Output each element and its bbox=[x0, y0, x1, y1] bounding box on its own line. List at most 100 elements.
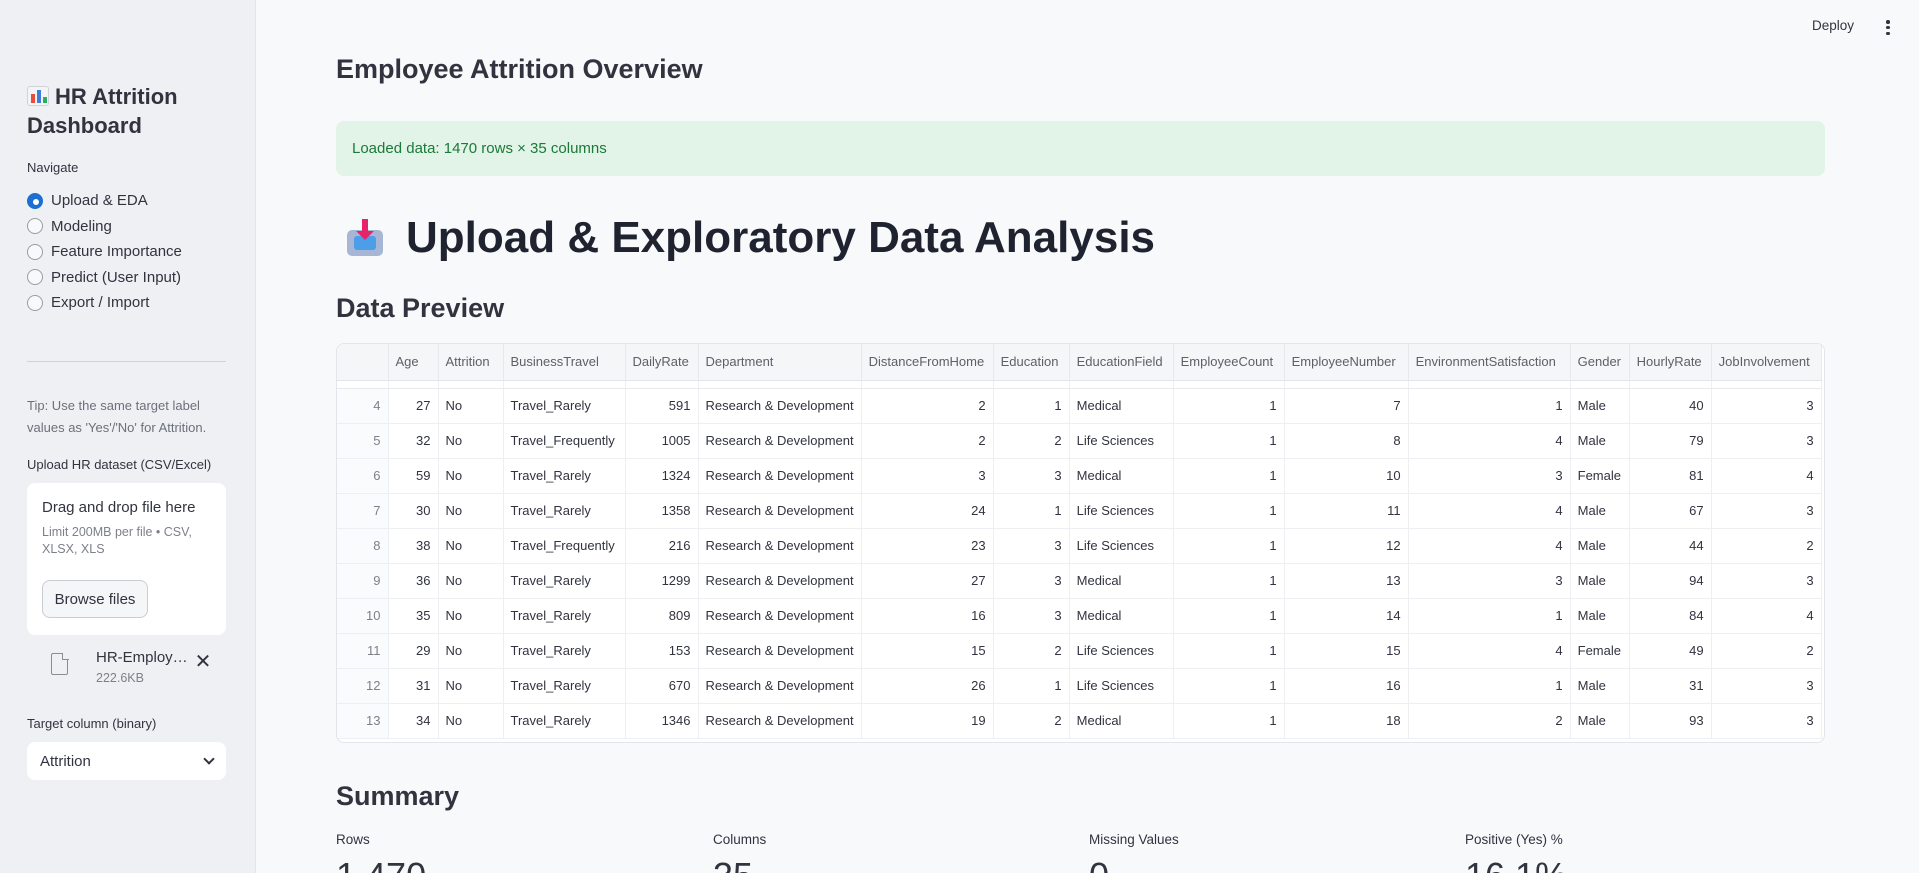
table-cell[interactable]: Travel_Frequently bbox=[503, 423, 626, 459]
table-cell[interactable]: 3 bbox=[1711, 668, 1822, 704]
nav-option-export-import[interactable]: Export / Import bbox=[27, 290, 182, 316]
table-cell[interactable]: 3 bbox=[1711, 388, 1822, 424]
table-cell[interactable]: 15 bbox=[1284, 633, 1409, 669]
table-cell[interactable]: 8 bbox=[1284, 423, 1409, 459]
column-header[interactable]: HourlyRate bbox=[1629, 344, 1712, 381]
radio-icon[interactable] bbox=[27, 294, 43, 311]
table-cell[interactable]: Travel_Rarely bbox=[503, 703, 626, 739]
column-header[interactable]: DistanceFromHome bbox=[861, 344, 994, 381]
nav-option-feature-importance[interactable]: Feature Importance bbox=[27, 239, 182, 265]
table-cell[interactable]: 670 bbox=[625, 668, 699, 704]
table-cell[interactable]: 3 bbox=[1711, 563, 1822, 599]
table-cell[interactable]: Travel_Rarely bbox=[503, 633, 626, 669]
table-cell[interactable]: 35 bbox=[388, 598, 439, 634]
table-cell[interactable]: 1 bbox=[993, 493, 1070, 529]
file-dropzone[interactable]: Drag and drop file here Limit 200MB per … bbox=[27, 483, 226, 635]
table-cell[interactable]: 59 bbox=[388, 458, 439, 494]
table-cell[interactable]: 1346 bbox=[625, 703, 699, 739]
table-cell[interactable]: Travel_Rarely bbox=[503, 563, 626, 599]
table-cell[interactable]: Travel_Rarely bbox=[503, 598, 626, 634]
table-cell[interactable]: Medical bbox=[1069, 703, 1174, 739]
table-cell[interactable]: Research & Development bbox=[698, 458, 862, 494]
table-cell[interactable]: Travel_Rarely bbox=[503, 493, 626, 529]
table-cell[interactable]: Medical bbox=[1069, 388, 1174, 424]
table-cell[interactable]: Travel_Frequently bbox=[503, 528, 626, 564]
table-cell[interactable]: 2 bbox=[1711, 528, 1822, 564]
table-cell[interactable]: Research & Development bbox=[698, 668, 862, 704]
table-cell[interactable]: 1 bbox=[1408, 388, 1571, 424]
table-cell[interactable]: 2 bbox=[993, 633, 1070, 669]
table-cell[interactable]: 3 bbox=[993, 563, 1070, 599]
table-cell[interactable]: Male bbox=[1570, 493, 1630, 529]
table-cell[interactable]: Life Sciences bbox=[1069, 493, 1174, 529]
table-cell[interactable]: 3 bbox=[1408, 563, 1571, 599]
table-cell[interactable]: 2 bbox=[993, 703, 1070, 739]
target-column-select[interactable]: Attrition bbox=[27, 742, 226, 780]
table-cell[interactable]: 18 bbox=[1284, 703, 1409, 739]
more-menu-icon[interactable] bbox=[1884, 20, 1892, 36]
table-cell[interactable]: 1 bbox=[1173, 458, 1285, 494]
table-cell[interactable]: 3 bbox=[1711, 493, 1822, 529]
column-header[interactable]: DailyRate bbox=[625, 344, 699, 381]
column-header[interactable]: Attrition bbox=[438, 344, 504, 381]
table-cell[interactable]: Travel_Rarely bbox=[503, 458, 626, 494]
table-cell[interactable]: 1 bbox=[1173, 633, 1285, 669]
nav-option-upload-eda[interactable]: Upload & EDA bbox=[27, 188, 182, 214]
table-cell[interactable]: 1358 bbox=[625, 493, 699, 529]
table-cell[interactable]: 1005 bbox=[625, 423, 699, 459]
column-header[interactable]: Age bbox=[388, 344, 439, 381]
table-cell[interactable]: No bbox=[438, 528, 504, 564]
table-cell[interactable]: 67 bbox=[1629, 493, 1712, 529]
table-cell[interactable]: No bbox=[438, 388, 504, 424]
column-header[interactable]: JobInvolvement bbox=[1711, 344, 1822, 381]
table-cell[interactable]: 26 bbox=[861, 668, 994, 704]
table-cell[interactable]: No bbox=[438, 668, 504, 704]
table-cell[interactable]: Research & Development bbox=[698, 493, 862, 529]
table-cell[interactable]: Life Sciences bbox=[1069, 528, 1174, 564]
table-cell[interactable]: No bbox=[438, 598, 504, 634]
column-header[interactable]: BusinessTravel bbox=[503, 344, 626, 381]
table-cell[interactable]: 2 bbox=[993, 423, 1070, 459]
table-cell[interactable]: 809 bbox=[625, 598, 699, 634]
table-cell[interactable]: 81 bbox=[1629, 458, 1712, 494]
table-cell[interactable]: 591 bbox=[625, 388, 699, 424]
data-preview-table[interactable]: Age Attrition BusinessTravel DailyRate Depar… bbox=[336, 343, 1825, 743]
table-cell[interactable]: 1 bbox=[1408, 668, 1571, 704]
table-cell[interactable]: No bbox=[438, 703, 504, 739]
table-cell[interactable]: Male bbox=[1570, 528, 1630, 564]
table-cell[interactable]: 4 bbox=[1408, 633, 1571, 669]
table-cell[interactable]: 12 bbox=[1284, 528, 1409, 564]
table-cell[interactable]: 27 bbox=[861, 563, 994, 599]
table-cell[interactable]: Research & Development bbox=[698, 388, 862, 424]
table-cell[interactable]: Medical bbox=[1069, 563, 1174, 599]
table-cell[interactable]: 3 bbox=[993, 458, 1070, 494]
table-cell[interactable]: 216 bbox=[625, 528, 699, 564]
deploy-button[interactable]: Deploy bbox=[1812, 18, 1854, 33]
table-cell[interactable]: 2 bbox=[861, 388, 994, 424]
table-cell[interactable]: 19 bbox=[861, 703, 994, 739]
table-cell[interactable]: 27 bbox=[388, 388, 439, 424]
table-cell[interactable]: 4 bbox=[1408, 423, 1571, 459]
table-cell[interactable]: 15 bbox=[861, 633, 994, 669]
table-cell[interactable]: No bbox=[438, 563, 504, 599]
column-header[interactable]: Department bbox=[698, 344, 862, 381]
table-cell[interactable]: Female bbox=[1570, 458, 1630, 494]
table-cell[interactable]: Male bbox=[1570, 388, 1630, 424]
table-cell[interactable]: Life Sciences bbox=[1069, 668, 1174, 704]
table-cell[interactable]: No bbox=[438, 633, 504, 669]
column-header[interactable]: EmployeeCount bbox=[1173, 344, 1285, 381]
table-cell[interactable]: No bbox=[438, 458, 504, 494]
table-cell[interactable]: Research & Development bbox=[698, 563, 862, 599]
table-cell[interactable]: 13 bbox=[1284, 563, 1409, 599]
table-cell[interactable]: Male bbox=[1570, 703, 1630, 739]
table-cell[interactable]: 29 bbox=[388, 633, 439, 669]
table-cell[interactable]: 14 bbox=[1284, 598, 1409, 634]
column-header[interactable]: Education bbox=[993, 344, 1070, 381]
table-cell[interactable]: Life Sciences bbox=[1069, 423, 1174, 459]
nav-option-modeling[interactable]: Modeling bbox=[27, 214, 182, 240]
table-cell[interactable]: 49 bbox=[1629, 633, 1712, 669]
table-cell[interactable]: No bbox=[438, 423, 504, 459]
table-cell[interactable]: Research & Development bbox=[698, 528, 862, 564]
close-icon[interactable]: ✕ bbox=[192, 651, 214, 673]
table-cell[interactable]: 1 bbox=[993, 388, 1070, 424]
